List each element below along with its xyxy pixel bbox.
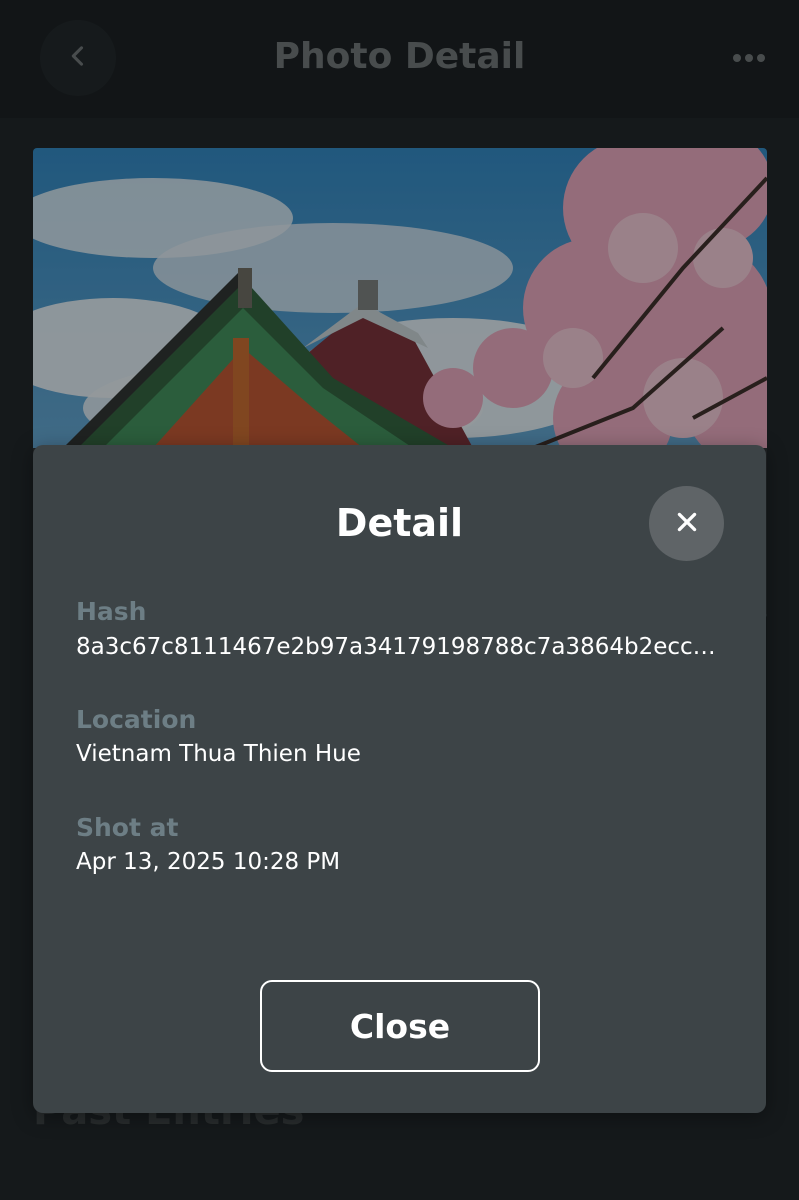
- detail-modal: Detail Hash 8a3c67c8111467e2b97a34179198…: [33, 445, 766, 1113]
- photo-detail-screen: Photo Detail Detail Hash 8a3c67c8111467e…: [0, 0, 799, 1200]
- location-value: Vietnam Thua Thien Hue: [76, 741, 361, 767]
- shot-at-label: Shot at: [76, 813, 179, 842]
- hash-label: Hash: [76, 597, 147, 626]
- hash-value: 8a3c67c8111467e2b97a34179198788c7a3864b2…: [76, 634, 716, 660]
- close-icon: [674, 509, 700, 539]
- location-label: Location: [76, 705, 197, 734]
- shot-at-value: Apr 13, 2025 10:28 PM: [76, 849, 341, 875]
- close-button[interactable]: Close: [260, 980, 540, 1072]
- modal-close-icon-button[interactable]: [649, 486, 724, 561]
